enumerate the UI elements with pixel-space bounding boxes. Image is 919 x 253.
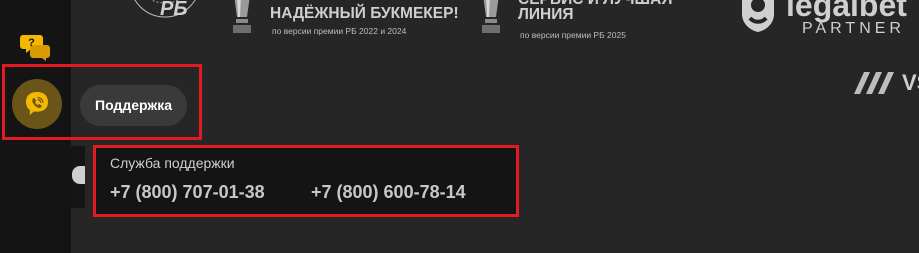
vs-stripes-logo-icon [854,72,894,94]
award-reliable-subtitle: по версии премии РБ 2022 и 2024 [272,26,407,36]
bubble-icon [72,166,85,184]
trophy-icon [482,0,500,33]
award-service-subtitle: по версии премии РБ 2025 [520,30,626,40]
highlight-box-phones [93,145,519,217]
rb-award-title: РБ [160,0,188,20]
trophy-icon [233,0,251,33]
vs-wordmark: VS [902,70,919,95]
award-reliable-title: НАДЁЖНЫЙ БУКМЕКЕР! [270,5,459,22]
collapsed-panel-edge [71,146,85,208]
highlight-box-viber [2,64,202,140]
partner-wordmark: PARTNER [802,20,905,37]
award-service-title: СЕРВИС И ЛУЧШАЯ ЛИНИЯ [518,0,672,23]
legalbet-logo-icon [742,0,774,32]
chat-question-mark: ? [28,37,35,49]
chat-bubbles-icon[interactable]: ? [20,33,50,61]
